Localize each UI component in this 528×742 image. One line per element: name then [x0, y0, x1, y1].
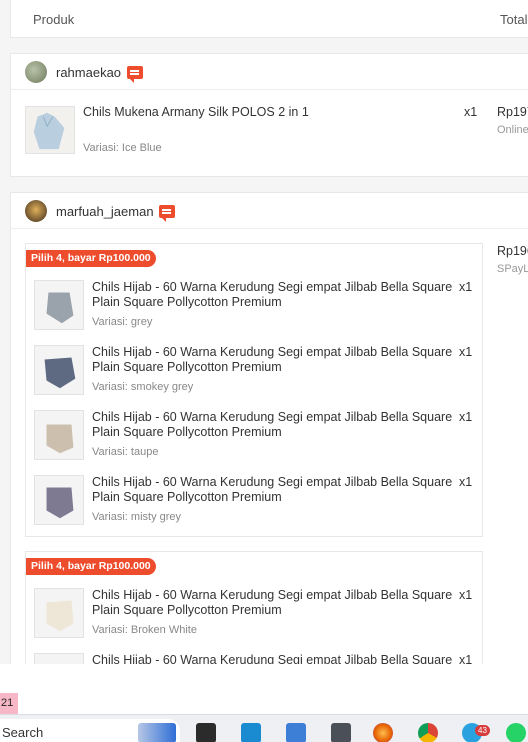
avatar[interactable] [25, 200, 47, 222]
product-name[interactable]: Chils Hijab - 60 Warna Kerudung Segi emp… [92, 280, 462, 310]
product-quantity: x1 [459, 280, 473, 294]
firefox-icon[interactable] [373, 723, 393, 742]
payment-method: Online [497, 124, 528, 136]
product-variant: Variasi: misty grey [92, 511, 182, 523]
product-quantity: x1 [464, 105, 478, 119]
chat-icon[interactable] [159, 205, 175, 222]
product-quantity: x1 [459, 475, 473, 489]
bundle-promo-tag: Pilih 4, bayar Rp100.000 [26, 250, 156, 267]
notification-badge: 43 [475, 725, 490, 736]
calculator-icon[interactable] [331, 723, 351, 742]
chat-icon[interactable] [127, 66, 143, 83]
product-name[interactable]: Chils Mukena Armany Silk POLOS 2 in 1 [83, 105, 423, 120]
shop-header: marfuah_jaeman [11, 193, 528, 229]
product-name[interactable]: Chils Hijab - 60 Warna Kerudung Segi emp… [92, 410, 462, 440]
column-header-total: Total [500, 12, 528, 27]
product-variant: Variasi: smokey grey [92, 381, 194, 393]
order-card-2: marfuah_jaeman Rp196 SPayL Pilih 4, baya… [10, 192, 528, 742]
shop-name[interactable]: marfuah_jaeman [56, 204, 154, 219]
product-image[interactable] [25, 106, 75, 154]
product-image[interactable] [34, 475, 84, 525]
product-variant: Variasi: Broken White [92, 624, 197, 636]
product-name[interactable]: Chils Hijab - 60 Warna Kerudung Segi emp… [92, 475, 462, 505]
product-variant: Variasi: grey [92, 316, 153, 328]
widgets-icon[interactable] [138, 723, 176, 742]
whatsapp-icon[interactable] [506, 723, 526, 742]
file-explorer-icon[interactable] [196, 723, 216, 742]
taskbar-search-label: Search [2, 725, 44, 740]
product-image[interactable] [34, 588, 84, 638]
list-item[interactable]: Chils Hijab - 60 Warna Kerudung Segi emp… [26, 584, 482, 649]
list-item[interactable]: Chils Hijab - 60 Warna Kerudung Segi emp… [26, 341, 482, 406]
notepad-icon[interactable] [286, 723, 306, 742]
column-header-produk: Produk [33, 12, 75, 27]
shop-name[interactable]: rahmaekao [56, 65, 121, 80]
product-name[interactable]: Chils Hijab - 60 Warna Kerudung Segi emp… [92, 588, 462, 618]
product-quantity: x1 [459, 345, 473, 359]
product-image[interactable] [34, 345, 84, 395]
avatar[interactable] [25, 61, 47, 83]
payment-method: SPayL [497, 263, 528, 275]
shop-header: rahmaekao [11, 54, 528, 90]
chrome-icon[interactable] [418, 723, 438, 742]
bottom-overlay [0, 664, 528, 714]
product-variant: Variasi: taupe [92, 446, 159, 458]
product-image[interactable] [34, 410, 84, 460]
product-image[interactable] [34, 280, 84, 330]
os-taskbar: Search 43 [0, 714, 528, 742]
order-total-price: Rp196 [497, 244, 528, 258]
order-table-header: Produk Total [10, 0, 528, 38]
desktop-icon[interactable] [241, 723, 261, 742]
order-card-1: rahmaekao Chils Mukena Armany Silk POLOS… [10, 53, 528, 177]
list-item[interactable]: Chils Hijab - 60 Warna Kerudung Segi emp… [26, 276, 482, 341]
page-indicator: 21 [0, 693, 18, 714]
bundle-promo-tag: Pilih 4, bayar Rp100.000 [26, 558, 156, 575]
bundle-group: Pilih 4, bayar Rp100.000 Chils Hijab - 6… [25, 243, 483, 537]
product-quantity: x1 [459, 588, 473, 602]
product-quantity: x1 [459, 410, 473, 424]
list-item[interactable]: Chils Hijab - 60 Warna Kerudung Segi emp… [26, 471, 482, 536]
product-variant: Variasi: Ice Blue [83, 142, 162, 154]
product-name[interactable]: Chils Hijab - 60 Warna Kerudung Segi emp… [92, 345, 462, 375]
order-total-price: Rp197 [497, 105, 528, 119]
list-item[interactable]: Chils Hijab - 60 Warna Kerudung Segi emp… [26, 406, 482, 471]
